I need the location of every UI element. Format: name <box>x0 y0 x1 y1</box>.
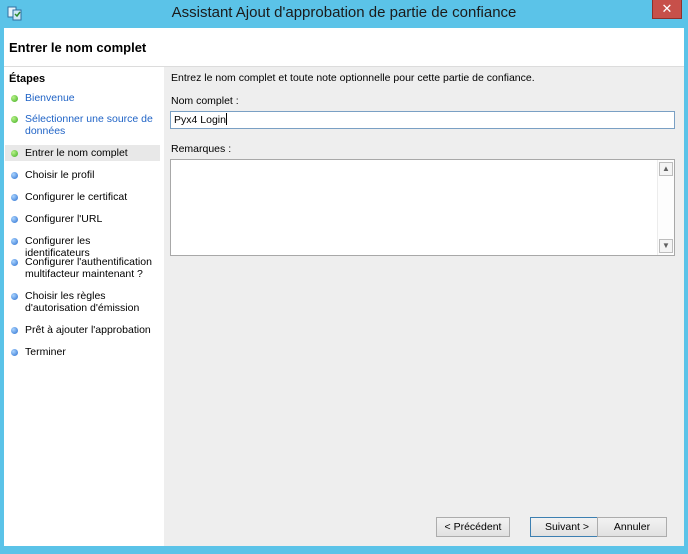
display-name-input[interactable]: Pyx4 Login <box>170 111 675 129</box>
step-pending-icon <box>11 327 18 334</box>
step-configure-mfa: Configurer l'authentification multifacte… <box>5 254 160 282</box>
cancel-button[interactable]: Annuler <box>597 517 667 537</box>
steps-heading: Étapes <box>9 73 46 85</box>
main-panel: Entrez le nom complet et toute note opti… <box>164 67 684 546</box>
step-label: Sélectionner une source de données <box>25 113 153 137</box>
window-title: Assistant Ajout d'approbation de partie … <box>171 4 517 21</box>
step-label: Terminer <box>25 346 66 358</box>
remarks-textarea[interactable]: ▲ ▼ <box>170 159 675 256</box>
page-header: Entrer le nom complet <box>4 28 684 67</box>
step-welcome[interactable]: Bienvenue <box>5 90 160 106</box>
page-title: Entrer le nom complet <box>9 40 147 55</box>
step-pending-icon <box>11 216 18 223</box>
title-bar: Assistant Ajout d'approbation de partie … <box>0 0 688 28</box>
step-label: Configurer le certificat <box>25 191 128 203</box>
step-label: Choisir le profil <box>25 169 95 181</box>
step-label: Prêt à ajouter l'approbation <box>25 324 151 336</box>
display-name-value: Pyx4 Login <box>174 114 226 126</box>
remarks-label: Remarques : <box>171 143 232 155</box>
step-pending-icon <box>11 238 18 245</box>
step-label: Choisir les règles d'autorisation d'émis… <box>25 290 140 314</box>
step-current-icon <box>11 150 18 157</box>
step-issuance-authorization-rules: Choisir les règles d'autorisation d'émis… <box>5 288 160 316</box>
step-complete-icon <box>11 116 18 123</box>
step-label: Entrer le nom complet <box>25 147 128 159</box>
scroll-up-arrow-icon[interactable]: ▲ <box>659 162 673 176</box>
close-button[interactable]: ✕ <box>652 0 682 19</box>
wizard-client-area: Entrer le nom complet Étapes Bienvenue S… <box>4 28 684 546</box>
step-select-data-source[interactable]: Sélectionner une source de données <box>5 111 160 139</box>
step-complete-icon <box>11 95 18 102</box>
next-button[interactable]: Suivant > <box>530 517 604 537</box>
text-cursor <box>225 113 227 125</box>
step-choose-profile: Choisir le profil <box>5 167 160 183</box>
step-ready-to-add: Prêt à ajouter l'approbation <box>5 322 160 338</box>
step-pending-icon <box>11 349 18 356</box>
step-pending-icon <box>11 172 18 179</box>
step-configure-certificate: Configurer le certificat <box>5 189 160 205</box>
step-pending-icon <box>11 259 18 266</box>
remarks-scrollbar[interactable]: ▲ ▼ <box>657 160 674 255</box>
step-pending-icon <box>11 194 18 201</box>
previous-button[interactable]: < Précédent <box>436 517 510 537</box>
steps-sidebar: Étapes Bienvenue Sélectionner une source… <box>4 67 164 546</box>
intro-text: Entrez le nom complet et toute note opti… <box>171 72 535 84</box>
step-enter-display-name: Entrer le nom complet <box>5 145 160 161</box>
step-label: Configurer l'URL <box>25 213 103 225</box>
scroll-down-arrow-icon[interactable]: ▼ <box>659 239 673 253</box>
step-pending-icon <box>11 293 18 300</box>
display-name-label: Nom complet : <box>171 95 239 107</box>
close-icon: ✕ <box>661 1 673 16</box>
step-label: Bienvenue <box>25 92 75 104</box>
step-label: Configurer l'authentification multifacte… <box>25 256 152 280</box>
step-finish: Terminer <box>5 344 160 360</box>
step-configure-url: Configurer l'URL <box>5 211 160 227</box>
